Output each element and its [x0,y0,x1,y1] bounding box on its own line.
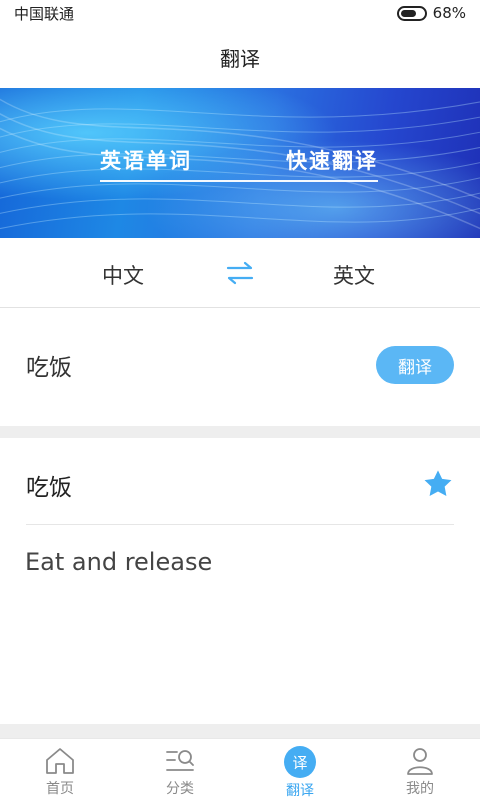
section-divider [0,426,480,438]
nav-label-translate: 翻译 [286,783,314,799]
tab-quick-translate[interactable]: 快速翻译 [286,145,378,175]
category-search-icon [166,750,194,771]
page-title: 翻译 [220,46,260,71]
nav-item-translate[interactable]: 译 翻译 [240,739,360,800]
result-card: 吃饭 Eat and release [0,438,480,724]
banner-tab-bar: 英语单词 快速翻译 [100,140,378,180]
battery-percent: 68% [432,4,466,22]
nav-item-category[interactable]: 分类 [120,739,240,800]
status-bar: 中国联通 68% [0,0,480,26]
screen: 中国联通 68% 翻译 英语单词 快速翻译 中文 英文 吃饭 翻译 吃饭 Eat… [0,0,480,800]
input-card: 吃饭 翻译 [0,308,480,426]
translate-nav-icon: 译 [284,746,316,778]
result-word: 吃饭 [26,475,72,501]
nav-label-category: 分类 [166,781,194,797]
battery-fill [400,9,416,17]
result-translation: Eat and release [25,548,213,576]
carrier-label: 中国联通 [14,4,75,23]
nav-item-profile[interactable]: 我的 [360,739,480,800]
banner: 英语单词 快速翻译 [0,88,480,238]
user-icon [407,748,433,775]
result-divider [26,524,454,525]
nav-label-home: 首页 [46,781,74,797]
bottom-nav: 首页 分类 译 翻译 我的 [0,738,480,800]
battery-indicator: 68% [396,4,466,22]
nav-label-profile: 我的 [406,781,434,797]
battery-icon [396,5,427,21]
tab-underline [100,180,378,182]
swap-icon[interactable] [225,260,255,286]
star-icon[interactable] [421,468,455,500]
tab-english-words[interactable]: 英语单词 [100,145,192,175]
target-language-button[interactable]: 英文 [333,260,375,290]
title-bar: 翻译 [0,26,480,88]
source-language-button[interactable]: 中文 [102,260,144,290]
input-field[interactable]: 吃饭 [26,348,72,382]
section-divider [0,724,480,738]
language-selector: 中文 英文 [0,238,480,308]
translate-button[interactable]: 翻译 [376,346,454,384]
home-icon [46,748,74,774]
nav-item-home[interactable]: 首页 [0,739,120,800]
